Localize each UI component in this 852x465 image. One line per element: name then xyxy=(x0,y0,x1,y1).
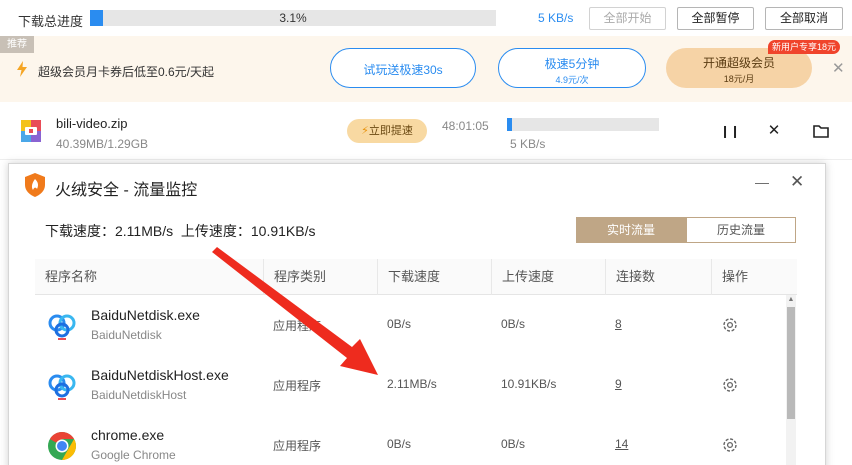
close-icon[interactable]: ✕ xyxy=(790,172,804,192)
col-actions: 操作 xyxy=(711,259,797,295)
open-vip-label: 开通超级会员 xyxy=(702,56,775,70)
new-user-badge: 新用户专享18元 xyxy=(768,40,841,54)
program-description: Google Chrome xyxy=(91,448,176,462)
table-scrollbar[interactable] xyxy=(786,295,796,465)
scroll-up-icon[interactable]: ▲ xyxy=(786,295,796,305)
huorong-logo-icon xyxy=(25,173,45,197)
pause-icon[interactable]: ❙❙ xyxy=(720,122,740,140)
baidu-netdisk-icon xyxy=(48,314,76,340)
download-speed: 0B/s xyxy=(387,437,412,451)
folder-icon[interactable] xyxy=(812,122,830,140)
download-speed: 2.11MB/s xyxy=(387,377,437,391)
connection-count-link[interactable]: 8 xyxy=(615,317,622,331)
table-header: 程序名称 程序类别 下载速度 上传速度 连接数 操作 xyxy=(35,259,797,295)
download-speed-value: 2.11MB/s xyxy=(115,223,174,239)
cancel-all-button[interactable]: 全部取消 xyxy=(765,7,843,30)
table-row[interactable]: chrome.exe Google Chrome 应用程序 0B/s 0B/s … xyxy=(35,415,790,465)
table-row[interactable]: BaiduNetdisk.exe BaiduNetdisk 应用程序 0B/s … xyxy=(35,295,790,355)
item-speed: 5 KB/s xyxy=(510,137,546,151)
program-type: 应用程序 xyxy=(273,439,322,453)
promo-text: 超级会员月卡券后低至0.6元/天起 xyxy=(38,65,215,79)
close-icon[interactable]: ✕ xyxy=(765,122,783,140)
gear-icon[interactable] xyxy=(721,316,739,334)
boost-now-label: 立即提速 xyxy=(368,125,413,137)
chrome-icon xyxy=(48,432,76,460)
total-speed: 5 KB/s xyxy=(538,11,574,25)
connection-count-link[interactable]: 14 xyxy=(615,437,628,451)
gear-icon[interactable] xyxy=(721,376,739,394)
close-icon[interactable]: ✕ xyxy=(832,59,845,77)
baidu-netdisk-icon xyxy=(48,374,76,400)
col-upload-speed[interactable]: 上传速度 xyxy=(491,259,605,295)
boost-now-button[interactable]: ⚡立即提速 xyxy=(347,119,427,143)
flow-monitor-dialog: 火绒安全 - 流量监控 — ✕ 下载速度：2.11MB/s 上传速度：10.91… xyxy=(8,163,826,465)
lightning-icon xyxy=(17,61,27,77)
trial-speed-button[interactable]: 试玩送极速30s xyxy=(330,48,476,88)
program-name: BaiduNetdisk.exe xyxy=(91,307,200,323)
upload-speed: 0B/s xyxy=(501,317,526,331)
open-vip-button[interactable]: 开通超级会员 18元/月 xyxy=(666,48,812,88)
lightning-icon: ⚡ xyxy=(361,125,369,137)
speed-5min-button[interactable]: 极速5分钟 4.9元/次 xyxy=(498,48,646,88)
col-download-speed[interactable]: 下载速度 xyxy=(377,259,491,295)
download-speed: 0B/s xyxy=(387,317,412,331)
gear-icon[interactable] xyxy=(721,436,739,454)
total-progress-bar: 3.1% xyxy=(90,10,496,26)
zip-file-icon xyxy=(21,120,41,142)
traffic-summary: 下载速度：2.11MB/s 上传速度：10.91KB/s xyxy=(45,221,316,241)
upload-speed: 10.91KB/s xyxy=(501,377,557,391)
vip-promo-strip: 推荐 超级会员月卡券后低至0.6元/天起 试玩送极速30s 极速5分钟 4.9元… xyxy=(0,36,852,102)
open-vip-price: 18元/月 xyxy=(723,74,755,84)
connection-count-link[interactable]: 9 xyxy=(615,377,622,391)
file-size: 40.39MB/1.29GB xyxy=(56,137,149,151)
upload-speed: 0B/s xyxy=(501,437,526,451)
recommend-tag: 推荐 xyxy=(0,36,34,53)
trial-speed-label: 试玩送极速30s xyxy=(363,63,443,77)
tab-realtime-traffic[interactable]: 实时流量 xyxy=(576,217,686,243)
speed-5min-price: 4.9元/次 xyxy=(555,75,589,85)
item-progress-bar xyxy=(507,118,659,131)
program-name: BaiduNetdiskHost.exe xyxy=(91,367,229,383)
total-progress-title: 下载总进度 xyxy=(18,14,84,29)
program-name: chrome.exe xyxy=(91,427,165,443)
upload-speed-value: 10.91KB/s xyxy=(250,223,316,239)
start-all-button[interactable]: 全部开始 xyxy=(589,7,666,30)
download-item-row[interactable]: bili-video.zip 40.39MB/1.29GB ⚡立即提速 48:0… xyxy=(0,102,852,160)
col-connections[interactable]: 连接数 xyxy=(605,259,711,295)
speed-5min-label: 极速5分钟 xyxy=(544,57,600,71)
col-program-name[interactable]: 程序名称 xyxy=(35,259,263,295)
item-progress-fill xyxy=(507,118,512,131)
time-remaining: 48:01:05 xyxy=(442,119,489,133)
file-name: bili-video.zip xyxy=(56,116,128,131)
table-row[interactable]: BaiduNetdiskHost.exe BaiduNetdiskHost 应用… xyxy=(35,355,790,415)
program-description: BaiduNetdiskHost xyxy=(91,388,187,402)
scrollbar-thumb[interactable] xyxy=(787,307,795,419)
tab-history-traffic[interactable]: 历史流量 xyxy=(686,217,796,243)
program-type: 应用程序 xyxy=(273,319,322,333)
total-progress-percent: 3.1% xyxy=(279,11,307,25)
dialog-title: 火绒安全 - 流量监控 xyxy=(55,182,198,199)
program-type: 应用程序 xyxy=(273,379,322,393)
minimize-icon[interactable]: — xyxy=(755,174,769,190)
download-speed-label: 下载速度： xyxy=(45,223,115,239)
col-program-type[interactable]: 程序类别 xyxy=(263,259,377,295)
program-description: BaiduNetdisk xyxy=(91,328,162,342)
upload-speed-label: 上传速度： xyxy=(180,223,251,239)
download-total-bar: 下载总进度 3.1% 5 KB/s 全部开始 全部暂停 全部取消 xyxy=(0,0,852,36)
pause-all-button[interactable]: 全部暂停 xyxy=(677,7,754,30)
